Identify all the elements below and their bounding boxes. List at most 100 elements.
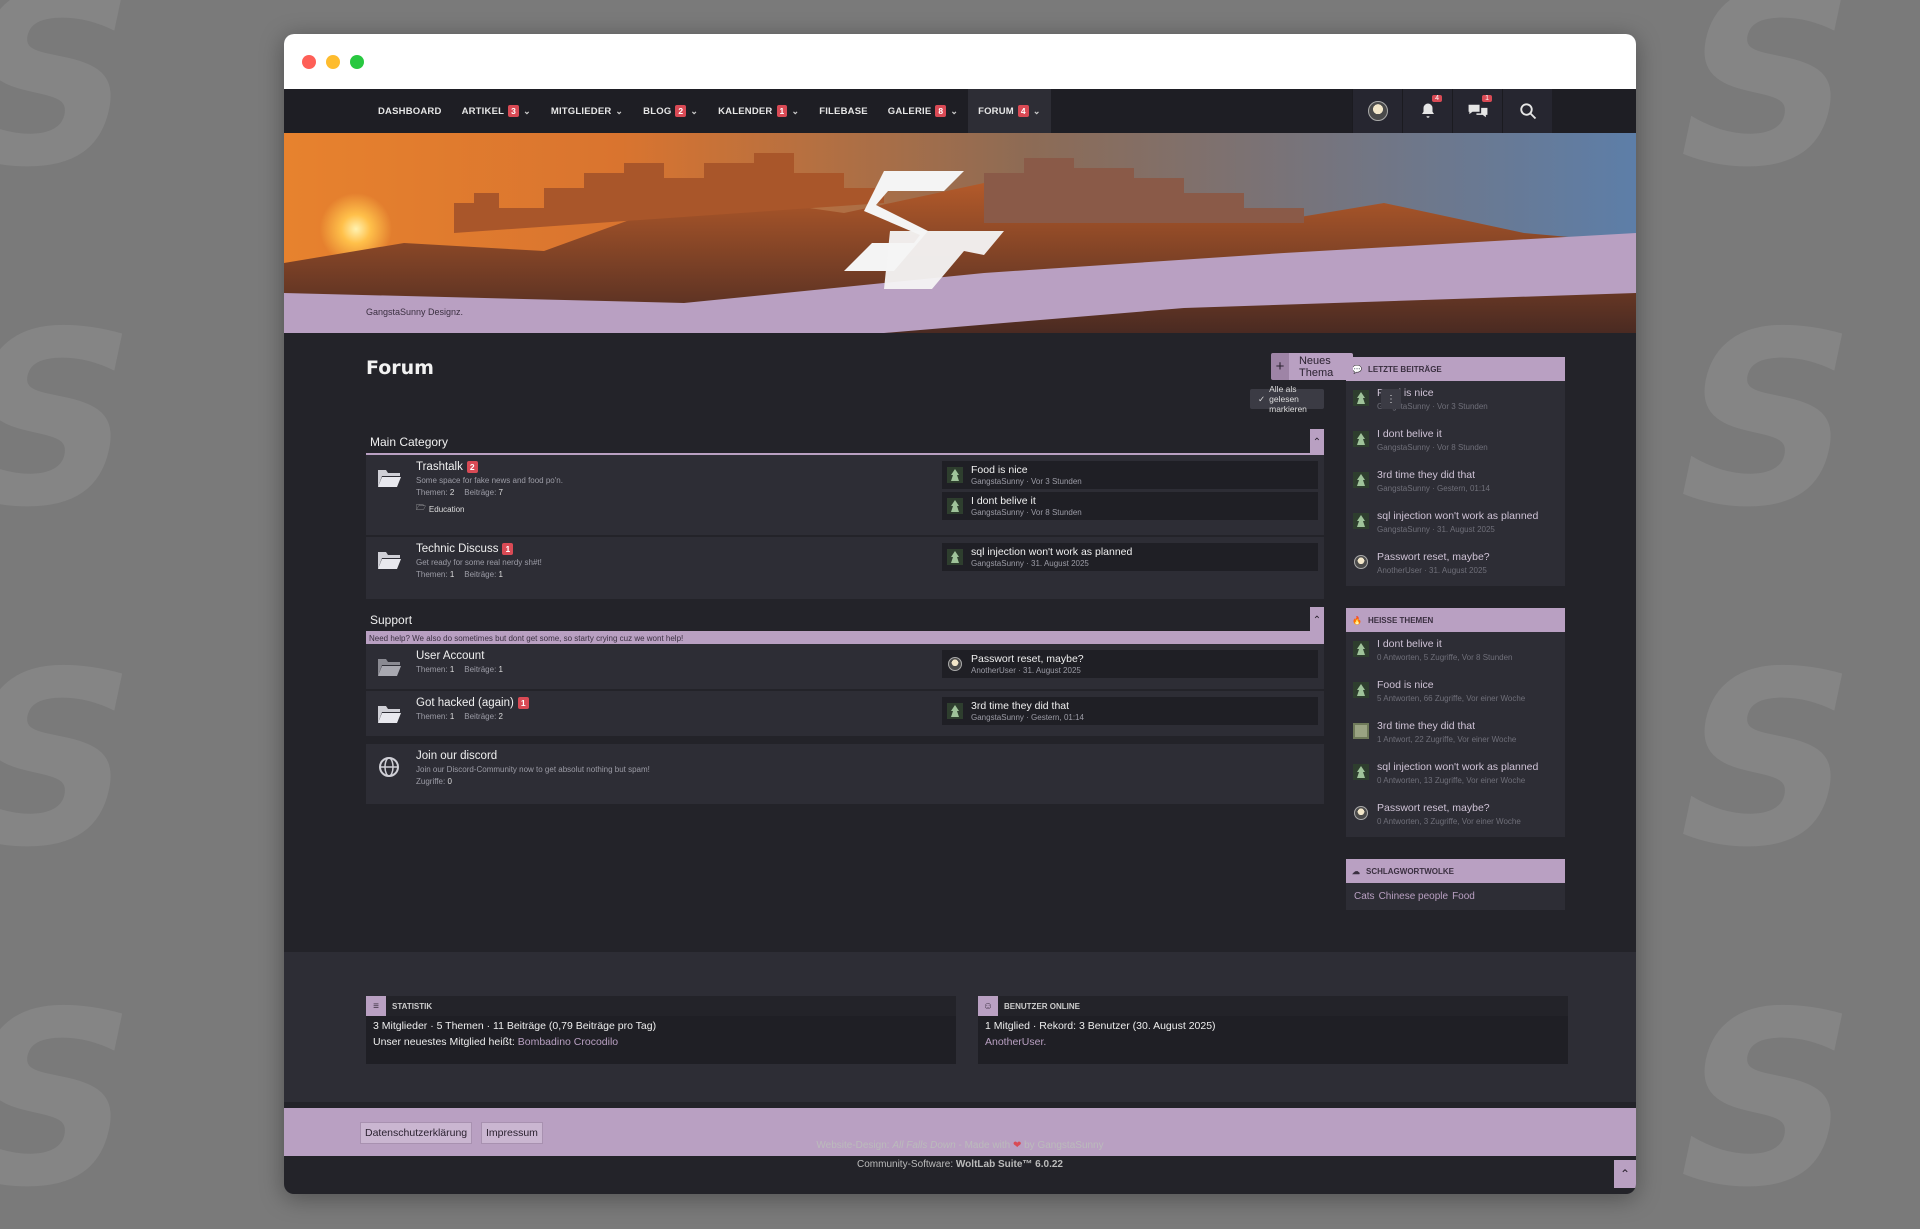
banner-image: [284, 133, 1636, 333]
search-icon: [1519, 103, 1536, 120]
user-panel: 4 1: [1352, 89, 1552, 133]
collapse-chevron-icon[interactable]: ⌃: [1310, 607, 1324, 633]
last-posts: Food is nice GangstaSunny · Vor 3 Stunden…: [942, 461, 1318, 529]
nav-item-artikel[interactable]: Artikel 3 ⌄: [452, 89, 541, 133]
ellipsis-vertical-icon: ⋮: [1386, 393, 1396, 405]
box-header: ☁ Schlagwortwolke: [1346, 859, 1565, 883]
online-user-link[interactable]: AnotherUser.: [985, 1036, 1046, 1048]
software-link[interactable]: WoltLab Suite™ 6.0.22: [956, 1159, 1063, 1170]
nav-item-filebase[interactable]: Filebase: [809, 89, 878, 133]
chevron-down-icon: ⌄: [1032, 105, 1041, 116]
more-options-button[interactable]: ⋮: [1381, 389, 1401, 409]
last-post-item[interactable]: Passwort reset, maybe? AnotherUser · 31. …: [942, 650, 1318, 678]
tag-link[interactable]: Cats: [1354, 891, 1375, 902]
minimize-dot[interactable]: [326, 54, 340, 69]
globe-icon: [374, 752, 404, 782]
board-title[interactable]: User Account: [416, 650, 942, 662]
mark-all-read-button[interactable]: ✓ Alle als gelesen markieren: [1250, 384, 1324, 414]
box-header: ≡ Statistik: [366, 996, 956, 1016]
category-header-support: Support ⌃: [366, 607, 1324, 633]
list-item[interactable]: Food is nice GangstaSunny · Vor 3 Stunden: [1346, 381, 1565, 422]
hot-topics-box: 🔥 Heisse Themen I dont belive it 0 Antwort…: [1346, 608, 1565, 837]
main-column: Forum + Neues Thema ✓ Alle als gelesen m…: [366, 333, 1401, 943]
category-title[interactable]: Main Category: [366, 435, 448, 449]
board-title[interactable]: Got hacked (again) 1: [416, 697, 942, 709]
online-summary: 1 Mitglied · Rekord: 3 Benutzer (30. Aug…: [985, 1020, 1216, 1032]
unread-badge: 1: [517, 697, 529, 709]
tag-cloud: Cats Chinese people Food: [1346, 883, 1565, 910]
stats-summary: 3 Mitglieder · 5 Themen · 11 Beiträge (0…: [373, 1020, 657, 1032]
board-stats: Themen: 2 Beiträge: 7: [416, 488, 503, 497]
breadcrumb[interactable]: GangstaSunny Designz.: [366, 307, 463, 317]
box-header: 💬 Letzte Beiträge: [1346, 357, 1565, 381]
new-topic-button[interactable]: + Neues Thema: [1271, 353, 1354, 380]
user-avatar-icon: [946, 548, 964, 566]
board-row: Got hacked (again) 1 Themen: 1 Beiträge: …: [366, 691, 1324, 738]
last-post-item[interactable]: 3rd time they did that GangstaSunny · Ges…: [942, 697, 1318, 725]
list-item[interactable]: I dont belive it GangstaSunny · Vor 8 Stu…: [1346, 422, 1565, 463]
board-stats: Themen: 1 Beiträge: 1: [416, 665, 503, 674]
close-dot[interactable]: [302, 54, 316, 69]
nav-badge: 4: [1017, 105, 1029, 117]
list-item[interactable]: Passwort reset, maybe? AnotherUser · 31. …: [1346, 545, 1565, 586]
search-button[interactable]: [1502, 89, 1552, 133]
board-title[interactable]: Technic Discuss 1: [416, 543, 942, 555]
last-post-item[interactable]: I dont belive it GangstaSunny · Vor 8 Stu…: [942, 492, 1318, 520]
list-item[interactable]: sql injection won't work as planned Gangs…: [1346, 504, 1565, 545]
heart-icon: ❤: [1012, 1140, 1022, 1151]
user-avatar-icon: [1352, 553, 1370, 571]
nav-item-mitglieder[interactable]: Mitglieder ⌄: [541, 89, 633, 133]
maximize-dot[interactable]: [350, 54, 364, 69]
last-post-item[interactable]: sql injection won't work as planned Gangs…: [942, 543, 1318, 571]
user-menu-button[interactable]: [1352, 89, 1402, 133]
collapse-chevron-icon[interactable]: ⌃: [1310, 429, 1324, 455]
board-title[interactable]: Trashtalk 2: [416, 461, 942, 473]
chart-icon: ≡: [366, 996, 386, 1016]
list-item[interactable]: Passwort reset, maybe? 0 Antworten, 3 Zug…: [1346, 796, 1565, 837]
list-item[interactable]: sql injection won't work as planned 0 Ant…: [1346, 755, 1565, 796]
nav-badge: 2: [675, 105, 687, 117]
header-banner: GangstaSunny Designz.: [284, 133, 1636, 333]
category-title[interactable]: Support: [366, 613, 412, 627]
list-item[interactable]: Food is nice 5 Antworten, 66 Zugriffe, Vo…: [1346, 673, 1565, 714]
last-posts: Passwort reset, maybe? AnotherUser · 31. …: [942, 650, 1318, 683]
nav-item-galerie[interactable]: Galerie 8 ⌄: [878, 89, 968, 133]
folder-icon: [374, 463, 404, 493]
tag-cloud-box: ☁ Schlagwortwolke Cats Chinese people Foo…: [1346, 859, 1565, 910]
newest-member-link[interactable]: Bombadino Crocodilo: [518, 1036, 618, 1048]
list-item[interactable]: 3rd time they did that 1 Antwort, 22 Zugr…: [1346, 714, 1565, 755]
nav-item-dashboard[interactable]: Dashboard: [368, 89, 452, 133]
tag-link[interactable]: Food: [1452, 891, 1475, 902]
notifications-badge: 4: [1432, 95, 1442, 102]
nav-item-forum[interactable]: Forum 4 ⌄: [968, 89, 1051, 133]
online-users: AnotherUser.: [978, 1036, 1568, 1048]
nav-item-kalender[interactable]: Kalender 1 ⌄: [708, 89, 809, 133]
users-online-box: ☺ Benutzer online 1 Mitglied · Rekord: 3 …: [978, 996, 1568, 1064]
window-titlebar: [284, 34, 1636, 89]
nav-item-blog[interactable]: Blog 2 ⌄: [633, 89, 708, 133]
avatar: [1367, 101, 1388, 121]
board-description: Some space for fake news and food po'n.: [416, 476, 563, 485]
list-item[interactable]: 3rd time they did that GangstaSunny · Ges…: [1346, 463, 1565, 504]
unread-badge: 1: [502, 543, 514, 555]
board-row-link: Join our discord Join our Discord-Commun…: [366, 744, 1324, 806]
board-row: Technic Discuss 1 Get ready for some real…: [366, 537, 1324, 601]
board-description: Get ready for some real nerdy sh#t!: [416, 558, 542, 567]
category-header-main: Main Category ⌃: [366, 429, 1324, 455]
user-avatar-icon: [946, 655, 964, 673]
unread-badge: 2: [466, 461, 478, 473]
user-avatar-icon: [1352, 804, 1370, 822]
chevron-down-icon: ⌄: [523, 105, 531, 116]
conversations-button[interactable]: 1: [1452, 89, 1502, 133]
subboard-link[interactable]: 🗁 Education: [416, 502, 942, 516]
notifications-button[interactable]: 4: [1402, 89, 1452, 133]
list-item[interactable]: I dont belive it 0 Antworten, 5 Zugriffe,…: [1346, 632, 1565, 673]
tag-link[interactable]: Chinese people: [1379, 891, 1449, 902]
board-title[interactable]: Join our discord: [416, 750, 1318, 762]
board-row: Trashtalk 2 Some space for fake news and …: [366, 455, 1324, 537]
chevron-down-icon: ⌄: [950, 105, 959, 116]
conversations-badge: 1: [1482, 95, 1492, 102]
scroll-to-top-button[interactable]: ⌃: [1614, 1160, 1636, 1188]
last-post-item[interactable]: Food is nice GangstaSunny · Vor 3 Stunden: [942, 461, 1318, 489]
folder-icon: [374, 699, 404, 729]
